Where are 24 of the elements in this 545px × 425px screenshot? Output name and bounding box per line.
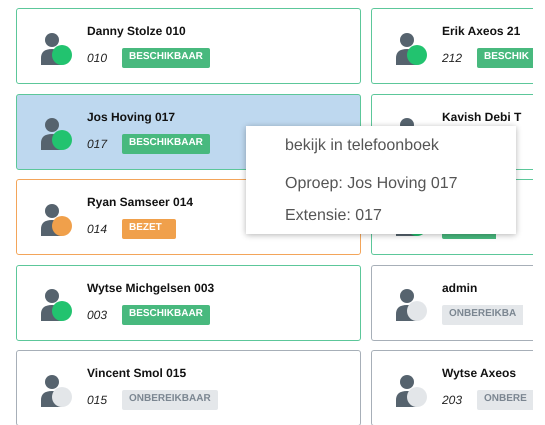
extension-number: 017 (87, 136, 108, 150)
status-badge: ONBERE (477, 390, 533, 410)
extension-number: 010 (87, 51, 108, 65)
contact-name: Vincent Smol 015 (87, 366, 188, 382)
extension-number: 015 (87, 393, 108, 407)
status-badge: BESCHIKBAAR (122, 304, 210, 324)
extension-number: 212 (442, 51, 464, 65)
status-badge: ONBEREIKBA (442, 304, 524, 324)
contact-name: Danny Stolze 010 (87, 24, 187, 40)
status-badge: BESCHIK (477, 48, 533, 68)
contact-name: Kavish Debi T (442, 110, 522, 126)
status-badge: ONBEREIKBAAR (122, 390, 218, 410)
contact-name: Erik Axeos 21 (442, 24, 522, 40)
contact-name: Wytse Axeos (442, 366, 518, 382)
contact-name: admin (442, 280, 478, 296)
contact-name: Jos Hoving 017 (87, 110, 176, 126)
extension-number: 003 (87, 308, 108, 322)
status-badge: BESCHIKBAAR (122, 134, 210, 154)
extension-number: 203 (442, 393, 464, 407)
extension-number: 014 (87, 222, 108, 236)
status-badge: BEZET (122, 219, 176, 239)
contact-name: Ryan Samseer 014 (87, 195, 194, 211)
contact-name: Wytse Michgelsen 003 (87, 280, 214, 296)
status-badge: BESCHIKBAAR (122, 48, 210, 68)
